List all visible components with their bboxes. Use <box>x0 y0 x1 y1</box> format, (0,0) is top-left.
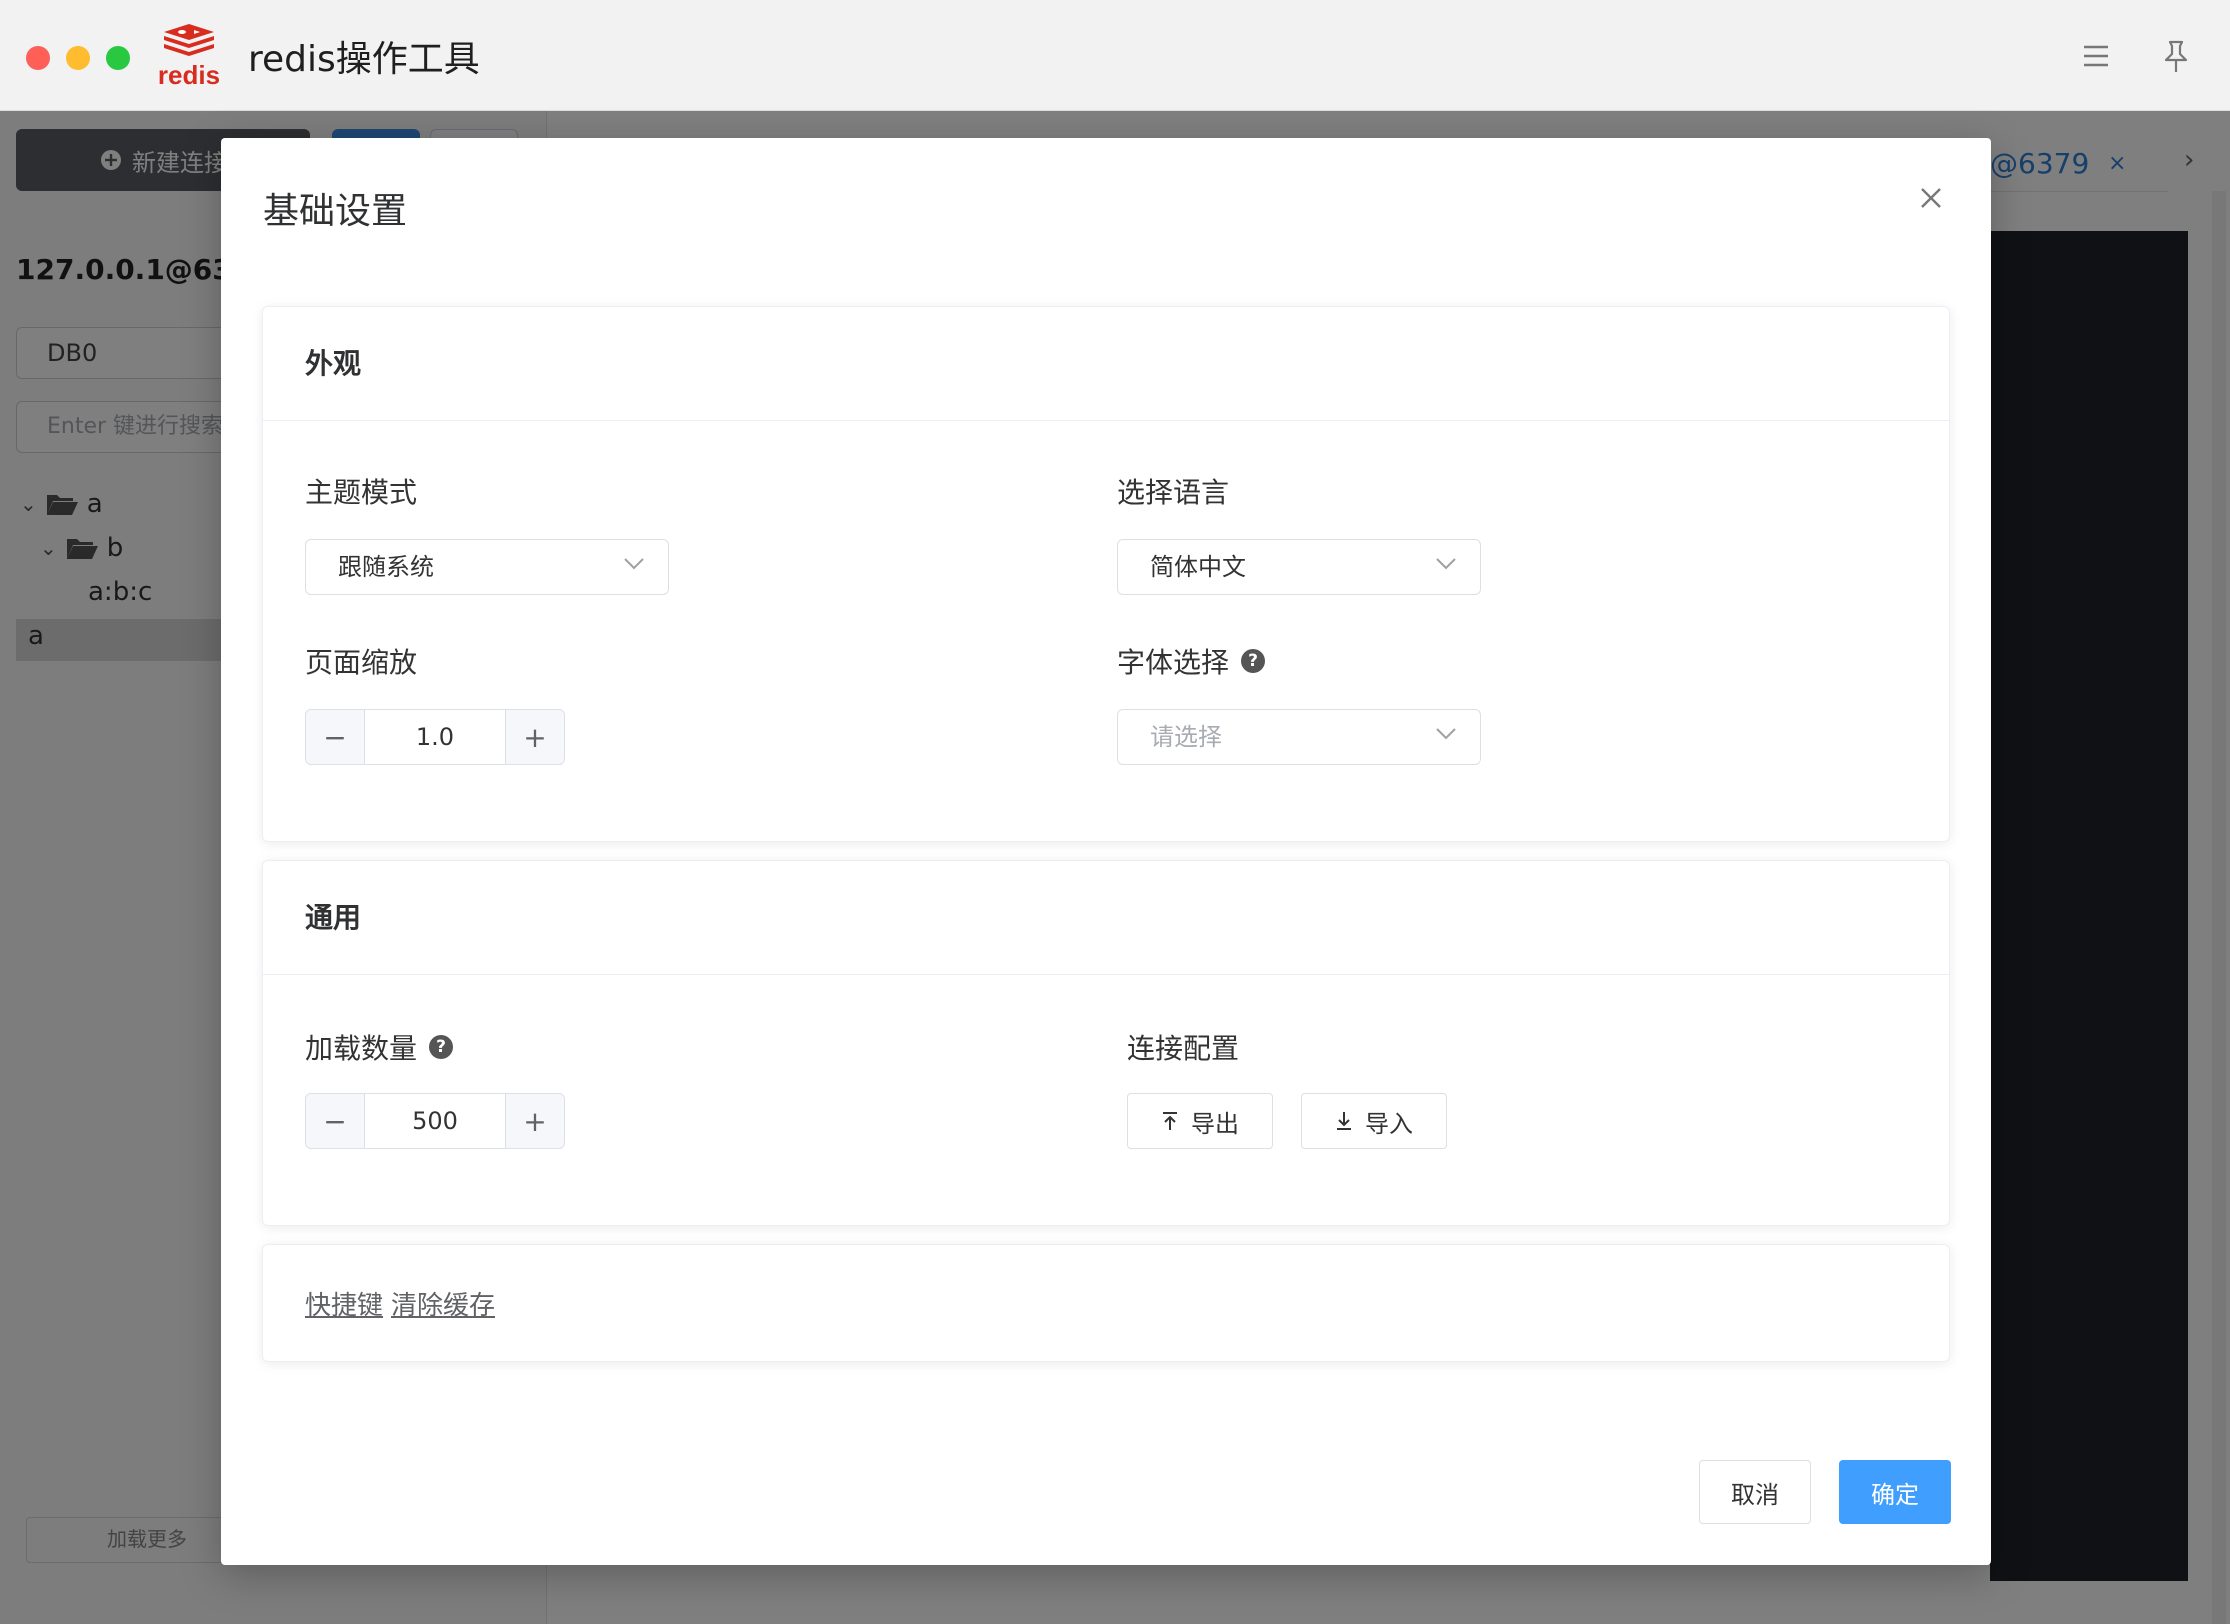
font-label: 字体选择 ? <box>1117 641 1266 681</box>
load-count-stepper[interactable]: − 500 + <box>305 1093 565 1149</box>
pin-icon[interactable] <box>2156 36 2196 76</box>
import-button[interactable]: 导入 <box>1301 1093 1447 1149</box>
close-icon[interactable] <box>1913 180 1949 216</box>
connection-config-label: 连接配置 <box>1127 1032 1240 1065</box>
zoom-label: 页面缩放 <box>305 646 418 679</box>
zoom-decrease-button[interactable]: − <box>306 710 365 764</box>
chevron-down-icon <box>624 558 644 570</box>
export-button[interactable]: 导出 <box>1127 1093 1273 1149</box>
minimize-window-button[interactable] <box>66 46 90 70</box>
load-count-decrease-button[interactable]: − <box>306 1094 365 1148</box>
menu-icon[interactable] <box>2076 36 2116 76</box>
language-select[interactable]: 简体中文 <box>1117 539 1481 595</box>
zoom-increase-button[interactable]: + <box>505 710 564 764</box>
appearance-card: 外观 主题模式 跟随系统 选择语言 简体中文 页面缩放 − 1.0 + 字体选择… <box>262 306 1950 842</box>
language-label: 选择语言 <box>1117 476 1230 509</box>
zoom-stepper[interactable]: − 1.0 + <box>305 709 565 765</box>
cancel-button[interactable]: 取消 <box>1699 1460 1811 1524</box>
font-select[interactable]: 请选择 <box>1117 709 1481 765</box>
chevron-down-icon <box>1436 558 1456 570</box>
question-icon[interactable]: ? <box>429 1035 454 1059</box>
shortcuts-link[interactable]: 快捷键 <box>305 1285 383 1322</box>
close-window-button[interactable] <box>26 46 50 70</box>
redis-logo-icon: redis <box>158 24 220 88</box>
load-count-increase-button[interactable]: + <box>505 1094 564 1148</box>
window-titlebar: redis redis操作工具 <box>0 0 2230 111</box>
appearance-header: 外观 <box>263 307 1949 421</box>
theme-label: 主题模式 <box>305 476 418 509</box>
question-icon[interactable]: ? <box>1241 649 1266 673</box>
maximize-window-button[interactable] <box>106 46 130 70</box>
app-title: redis操作工具 <box>248 39 480 80</box>
zoom-value[interactable]: 1.0 <box>365 710 505 764</box>
clear-cache-link[interactable]: 清除缓存 <box>391 1285 495 1322</box>
upload-icon <box>1163 1112 1177 1130</box>
settings-dialog: 基础设置 外观 主题模式 跟随系统 选择语言 简体中文 页面缩放 − 1.0 + <box>221 138 1991 1565</box>
links-card: 快捷键 清除缓存 <box>262 1244 1950 1362</box>
theme-select[interactable]: 跟随系统 <box>305 539 669 595</box>
general-header: 通用 <box>263 861 1949 975</box>
load-count-value[interactable]: 500 <box>365 1094 505 1148</box>
load-count-label: 加载数量 ? <box>305 1027 454 1067</box>
general-card: 通用 加载数量 ? − 500 + 连接配置 导出 导入 <box>262 860 1950 1226</box>
dialog-title: 基础设置 <box>263 191 408 232</box>
confirm-button[interactable]: 确定 <box>1839 1460 1951 1524</box>
download-icon <box>1337 1112 1351 1130</box>
chevron-down-icon <box>1436 728 1456 740</box>
svg-text:redis: redis <box>158 60 220 88</box>
